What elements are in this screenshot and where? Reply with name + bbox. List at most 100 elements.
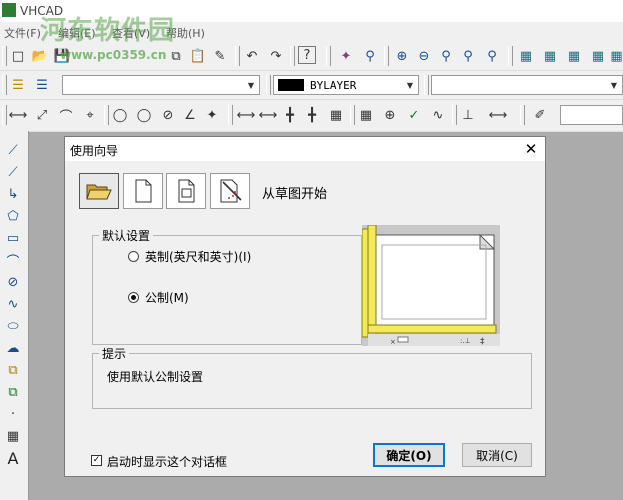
draw-toolbar: ⟋ ⟋ ↳ ⬠ ▭ ⌒ ⊘ ∿ ⬭ ☁ ⧉ ⧉ · ▦ A [0,131,29,500]
center-mark-icon[interactable]: ⊕ [380,105,400,125]
watermark-url: www.pc0359.cn [60,48,167,62]
layer-manager-icon[interactable]: ☰ [8,75,28,95]
layers-toolbar: ☰ ☰ ▼ BYLAYER ▼ ▼ [0,71,623,100]
show-on-startup-label[interactable]: 启动时显示这个对话框 [107,453,227,470]
radio-metric-dot[interactable] [128,292,139,303]
toolbar-separator [326,46,331,66]
toolbar-separator [452,105,457,125]
ordinate-dimension-icon[interactable]: ⌖ [80,105,100,125]
startup-wizard-dialog: 使用向导 ✕ 从草图开始 默认设置 英制(英尺和英寸)(I) 公制(M) ×:… [64,136,546,477]
match-properties-icon[interactable]: ✎ [210,46,230,66]
ok-button[interactable]: 确定(O) [373,443,445,467]
tool-palette-icon[interactable]: ▦ [564,46,584,66]
layer-previous-icon[interactable]: ☰ [32,75,52,95]
color-combo-value: BYLAYER [310,79,357,92]
chevron-down-icon[interactable]: ▼ [244,77,258,93]
zoom-previous-icon[interactable]: ⚲ [482,46,502,66]
dimension-style-icon[interactable]: ✐ [530,105,550,125]
properties-icon[interactable]: ▦ [516,46,536,66]
point-icon[interactable]: · [2,405,24,423]
construction-line-icon[interactable]: ⟋ [2,163,24,181]
zoom-all-icon[interactable]: ⚲ [458,46,478,66]
pan-icon[interactable]: ✦ [336,46,356,66]
toolbar-separator [350,105,355,125]
continue-dimension-icon[interactable]: ⟷ [258,105,278,125]
line-icon[interactable]: ⟋ [2,141,24,159]
template-page-icon [178,179,195,203]
dimension-text-edit-icon[interactable]: ⟷ [488,105,508,125]
close-icon[interactable]: ✕ [521,139,541,159]
quick-dimension-icon[interactable]: ✦ [202,105,222,125]
design-center-icon[interactable]: ▦ [540,46,560,66]
cancel-button[interactable]: 取消(C) [462,443,532,467]
help-icon[interactable]: ? [298,46,316,64]
dimension-toolbar: ⟷ ⤢ ⌒ ⌖ ◯ ◯ ⊘ ∠ ✦ ⟷ ⟷ ╋ ╋ ▦ ▦ ⊕ ✓ ∿ ⊥ ⟷ … [0,100,623,132]
layer-combo[interactable]: ▼ [62,75,260,95]
dimension-edit-icon[interactable]: ⊥ [458,105,478,125]
copy-icon[interactable]: ⧉ [166,46,186,66]
watermark-logo: 河东软件园 [40,16,176,46]
wizard-wand-icon [220,179,242,203]
dialog-titlebar: 使用向导 ✕ [65,137,545,161]
inspection-icon[interactable]: ✓ [404,105,424,125]
zoom-window-icon[interactable]: ⚲ [436,46,456,66]
redo-icon[interactable]: ↷ [266,46,286,66]
diameter-dimension-icon[interactable]: ⊘ [158,105,178,125]
chevron-down-icon[interactable]: ▼ [403,77,417,93]
toolbar-grip[interactable] [2,46,7,66]
linear-dimension-icon[interactable]: ⟷ [8,105,28,125]
arc-icon[interactable]: ⌒ [2,251,24,270]
radio-metric[interactable]: 公制(M) [128,289,189,306]
dimension-break-icon[interactable]: ╋ [302,105,322,125]
rectangle-icon[interactable]: ▭ [2,229,24,247]
insert-block-icon[interactable]: ⧉ [2,361,24,379]
aligned-dimension-icon[interactable]: ⤢ [32,105,52,125]
sheet-set-icon[interactable]: ▦ [588,46,608,66]
open-drawing-button[interactable] [79,173,119,209]
radio-imperial[interactable]: 英制(英尺和英寸)(I) [128,248,251,265]
toolbar-grip[interactable] [2,105,7,125]
markup-icon[interactable]: ▦ [610,46,623,66]
make-block-icon[interactable]: ⧉ [2,383,24,401]
jogged-dimension-icon[interactable]: ◯ [134,105,154,125]
toolbar-grip[interactable] [2,75,7,95]
hint-legend: 提示 [102,347,127,361]
radius-dimension-icon[interactable]: ◯ [110,105,130,125]
radio-imperial-dot[interactable] [128,251,139,262]
spline-icon[interactable]: ∿ [2,295,24,313]
zoom-in-icon[interactable]: ⊕ [392,46,412,66]
use-template-button[interactable] [166,173,206,209]
tolerance-icon[interactable]: ▦ [326,105,346,125]
paste-icon[interactable]: 📋 [188,46,208,66]
polygon-icon[interactable]: ⬠ [2,207,24,225]
menu-file[interactable]: 文件(F) [4,25,41,41]
hatch-icon[interactable]: ▦ [2,427,24,445]
open-file-icon[interactable]: 📂 [30,46,50,66]
zoom-realtime-icon[interactable]: ⚲ [360,46,380,66]
circle-icon[interactable]: ⊘ [2,273,24,291]
revision-cloud-icon[interactable]: ☁ [2,339,24,357]
jogged-linear-icon[interactable]: ∿ [428,105,448,125]
ellipse-icon[interactable]: ⬭ [2,317,24,335]
chevron-down-icon[interactable]: ▼ [607,77,621,93]
show-on-startup-checkbox[interactable]: ✓ [91,455,102,466]
start-from-scratch-button[interactable] [123,173,163,209]
angular-dimension-icon[interactable]: ∠ [180,105,200,125]
zoom-out-icon[interactable]: ⊖ [414,46,434,66]
tolerance-frame-icon[interactable]: ▦ [356,105,376,125]
dimension-space-icon[interactable]: ╋ [280,105,300,125]
undo-icon[interactable]: ↶ [242,46,262,66]
multiline-text-icon[interactable]: A [2,449,24,468]
arc-length-icon[interactable]: ⌒ [56,105,76,125]
folder-open-icon [86,184,112,200]
use-wizard-button[interactable] [210,173,250,209]
linetype-combo[interactable]: ▼ [431,75,623,95]
new-file-icon[interactable]: □ [8,46,28,66]
polyline-icon[interactable]: ↳ [2,185,24,203]
toolbar-separator [384,46,389,66]
toolbar-separator [508,46,513,66]
baseline-dimension-icon[interactable]: ⟷ [236,105,256,125]
dimension-style-combo[interactable] [560,105,623,125]
color-combo[interactable]: BYLAYER ▼ [273,75,419,95]
toolbar-separator [266,75,271,95]
